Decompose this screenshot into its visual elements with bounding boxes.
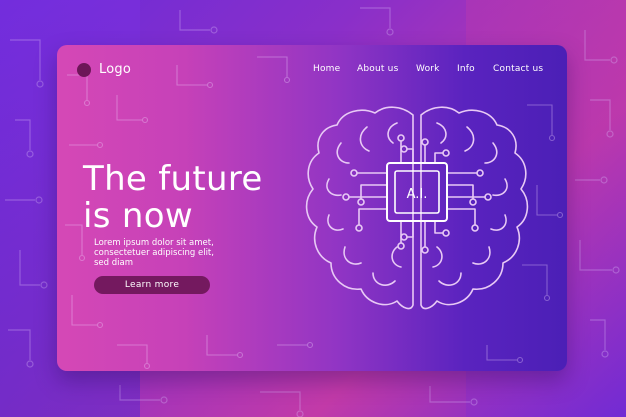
hero-body-line-3: sed diam — [94, 258, 134, 269]
nav-info[interactable]: Info — [457, 63, 475, 75]
nav-about-us[interactable]: About us — [357, 63, 398, 75]
hero-headline-line-1: The future — [83, 159, 263, 199]
ai-chip-label: A.I. — [407, 187, 428, 202]
hero-headline-line-2: is now — [83, 196, 193, 236]
hero-headline: The future is now — [83, 161, 283, 235]
hero-body-line-1: Lorem ipsum dolor sit amet, — [94, 238, 214, 248]
logo-label[interactable]: Logo — [99, 62, 131, 78]
nav-contact-us[interactable]: Contact us — [493, 63, 543, 75]
logo-icon[interactable] — [77, 63, 91, 77]
hero-body-text: Lorem ipsum dolor sit amet, consectetuer… — [94, 238, 254, 269]
nav-home[interactable]: Home — [313, 63, 340, 75]
nav-work[interactable]: Work — [416, 63, 440, 75]
landing-card: Logo Home About us Work Info Contact us … — [57, 45, 567, 371]
hero-body-line-2: consectetuer adipiscing elit, — [94, 248, 214, 259]
learn-more-button[interactable]: Learn more — [94, 276, 210, 294]
brain-circuit-icon: A.I. — [305, 106, 529, 310]
